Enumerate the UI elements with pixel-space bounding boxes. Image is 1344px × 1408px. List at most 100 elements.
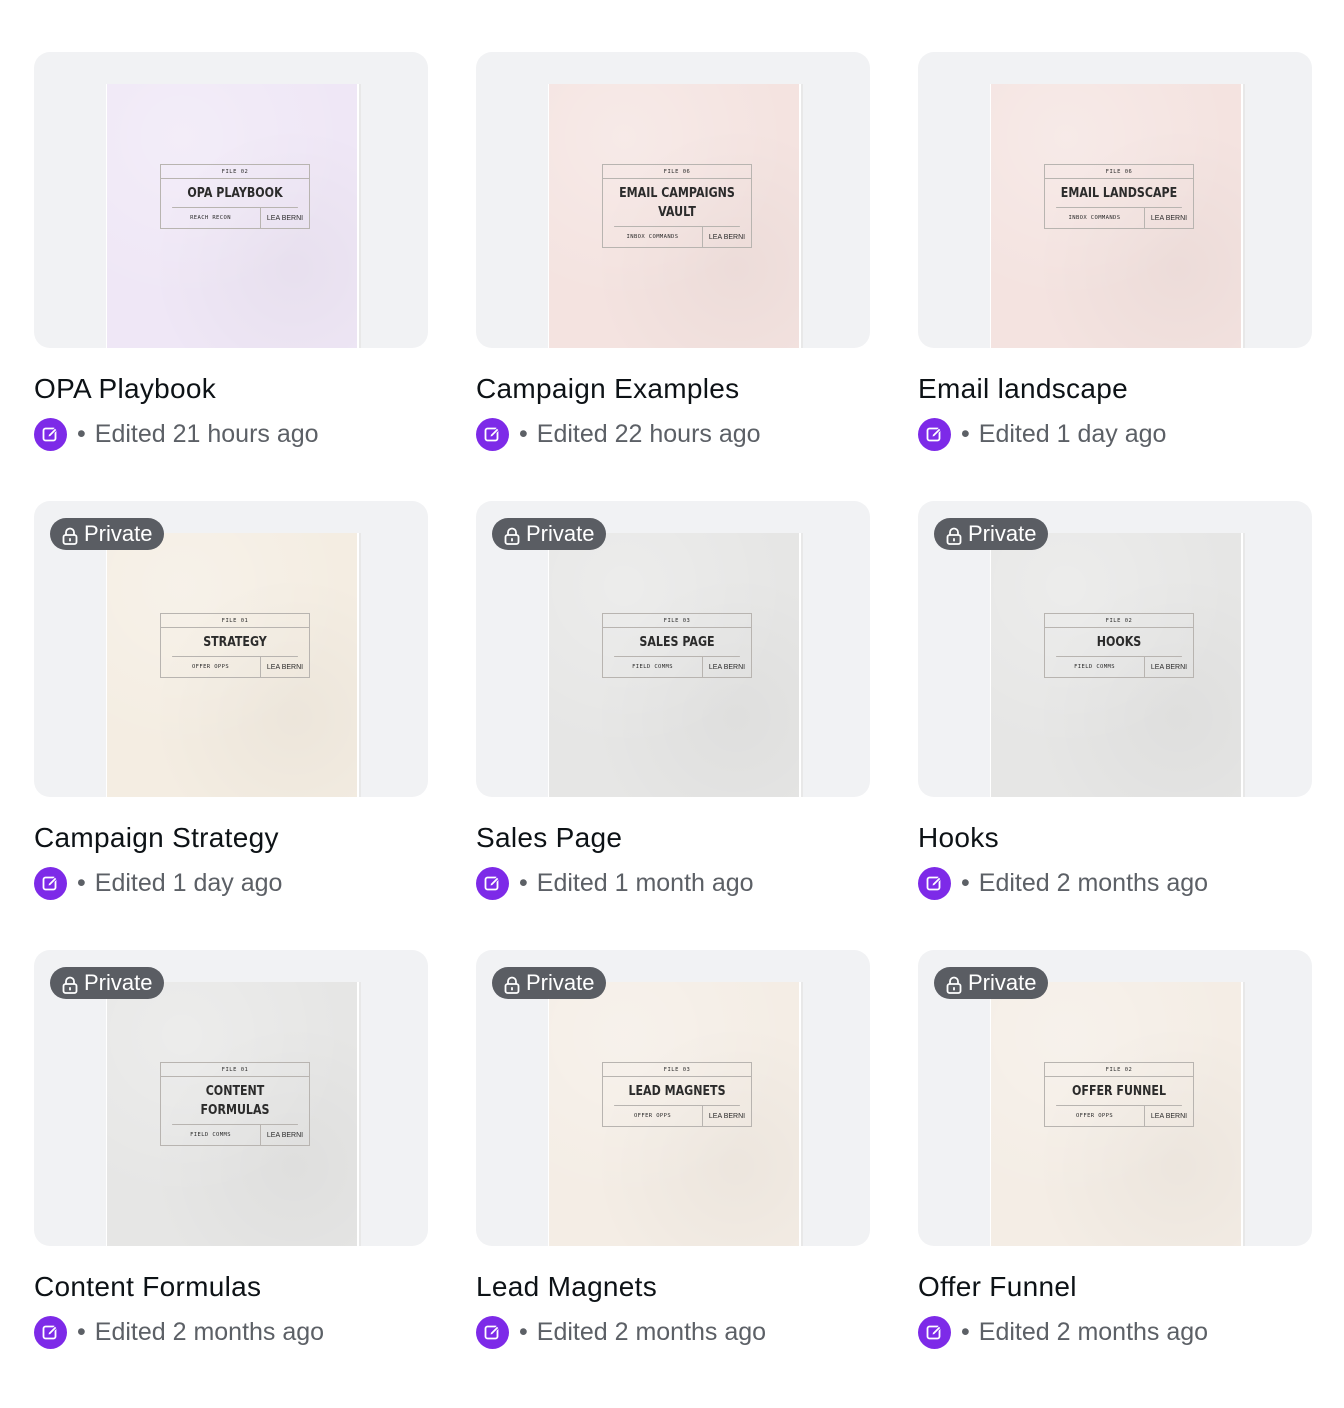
cover-subtitle: FIELD COMMS <box>161 1125 261 1145</box>
design-card[interactable]: FILE 01 CONTENT FORMULAS FIELD COMMS LEA… <box>34 950 428 1399</box>
separator-dot: • <box>77 868 86 897</box>
design-title[interactable]: Campaign Strategy <box>34 820 428 856</box>
lock-icon <box>946 974 962 994</box>
design-meta: • Edited 21 hours ago <box>34 416 428 452</box>
design-meta: • Edited 1 day ago <box>34 865 428 901</box>
design-grid: FILE 02 OPA PLAYBOOK REACH RECON LEA BER… <box>34 52 1312 1399</box>
design-meta: • Edited 1 month ago <box>476 865 870 901</box>
design-meta: • Edited 2 months ago <box>476 1314 870 1350</box>
design-meta: • Edited 1 day ago <box>918 416 1312 452</box>
pencil-edit-icon[interactable] <box>918 866 951 900</box>
design-card[interactable]: FILE 06 EMAIL LANDSCAPE INBOX COMMANDS L… <box>918 52 1312 501</box>
cover-file-number: FILE 01 <box>161 1063 309 1077</box>
edited-time: Edited 1 day ago <box>978 419 1167 448</box>
cover-heading: STRATEGY <box>172 628 298 657</box>
design-thumbnail[interactable]: FILE 06 EMAIL CAMPAIGNS VAULT INBOX COMM… <box>476 52 870 348</box>
cover-subtitle: OFFER OPPS <box>603 1106 703 1126</box>
private-badge: Private <box>492 967 607 999</box>
cover-logo: LEA BERNI <box>266 663 304 671</box>
separator-dot: • <box>519 1317 528 1346</box>
separator-dot: • <box>519 419 528 448</box>
design-card[interactable]: FILE 06 EMAIL CAMPAIGNS VAULT INBOX COMM… <box>476 52 870 501</box>
design-title[interactable]: Campaign Examples <box>476 371 870 407</box>
edited-time: Edited 1 day ago <box>94 868 283 897</box>
cover-label: FILE 06 EMAIL CAMPAIGNS VAULT INBOX COMM… <box>602 164 752 248</box>
edited-time: Edited 21 hours ago <box>94 419 319 448</box>
edited-time: Edited 2 months ago <box>536 1317 767 1346</box>
document-preview: FILE 03 LEAD MAGNETS OFFER OPPS LEA BERN… <box>548 982 799 1246</box>
design-thumbnail[interactable]: FILE 02 OFFER FUNNEL OFFER OPPS LEA BERN… <box>918 950 1312 1246</box>
separator-dot: • <box>519 868 528 897</box>
pencil-edit-icon[interactable] <box>34 417 67 451</box>
private-label: Private <box>84 521 153 546</box>
design-title[interactable]: Hooks <box>918 820 1312 856</box>
design-card[interactable]: FILE 01 STRATEGY OFFER OPPS LEA BERNI Pr… <box>34 501 428 950</box>
cover-label: FILE 03 SALES PAGE FIELD COMMS LEA BERNI <box>602 613 752 678</box>
cover-label: FILE 02 HOOKS FIELD COMMS LEA BERNI <box>1044 613 1194 678</box>
private-label: Private <box>84 970 153 995</box>
design-title[interactable]: Email landscape <box>918 371 1312 407</box>
private-badge: Private <box>50 967 165 999</box>
cover-logo: LEA BERNI <box>708 233 746 241</box>
cover-label: FILE 01 STRATEGY OFFER OPPS LEA BERNI <box>160 613 310 678</box>
design-card[interactable]: FILE 02 OPA PLAYBOOK REACH RECON LEA BER… <box>34 52 428 501</box>
private-label: Private <box>526 521 595 546</box>
cover-label: FILE 02 OPA PLAYBOOK REACH RECON LEA BER… <box>160 164 310 229</box>
design-meta: • Edited 2 months ago <box>34 1314 428 1350</box>
pencil-edit-icon[interactable] <box>476 1315 509 1349</box>
cover-subtitle: FIELD COMMS <box>1045 657 1145 677</box>
cover-logo: LEA BERNI <box>1150 214 1188 222</box>
cover-logo: LEA BERNI <box>708 663 746 671</box>
design-card[interactable]: FILE 02 HOOKS FIELD COMMS LEA BERNI Priv… <box>918 501 1312 950</box>
cover-file-number: FILE 03 <box>603 1063 751 1077</box>
cover-subtitle: OFFER OPPS <box>161 657 261 677</box>
cover-heading: OFFER FUNNEL <box>1056 1077 1182 1106</box>
cover-label: FILE 01 CONTENT FORMULAS FIELD COMMS LEA… <box>160 1062 310 1146</box>
design-title[interactable]: Content Formulas <box>34 1269 428 1305</box>
design-meta: • Edited 2 months ago <box>918 865 1312 901</box>
design-thumbnail[interactable]: FILE 03 LEAD MAGNETS OFFER OPPS LEA BERN… <box>476 950 870 1246</box>
edited-time: Edited 2 months ago <box>978 868 1209 897</box>
design-card[interactable]: FILE 03 LEAD MAGNETS OFFER OPPS LEA BERN… <box>476 950 870 1399</box>
design-thumbnail[interactable]: FILE 02 HOOKS FIELD COMMS LEA BERNI Priv… <box>918 501 1312 797</box>
design-thumbnail[interactable]: FILE 06 EMAIL LANDSCAPE INBOX COMMANDS L… <box>918 52 1312 348</box>
cover-file-number: FILE 02 <box>161 165 309 179</box>
document-preview: FILE 02 HOOKS FIELD COMMS LEA BERNI <box>990 533 1241 797</box>
design-thumbnail[interactable]: FILE 01 STRATEGY OFFER OPPS LEA BERNI Pr… <box>34 501 428 797</box>
design-thumbnail[interactable]: FILE 01 CONTENT FORMULAS FIELD COMMS LEA… <box>34 950 428 1246</box>
design-title[interactable]: OPA Playbook <box>34 371 428 407</box>
design-thumbnail[interactable]: FILE 02 OPA PLAYBOOK REACH RECON LEA BER… <box>34 52 428 348</box>
pencil-edit-icon[interactable] <box>34 1315 67 1349</box>
design-card[interactable]: FILE 03 SALES PAGE FIELD COMMS LEA BERNI… <box>476 501 870 950</box>
cover-heading: CONTENT FORMULAS <box>172 1077 298 1125</box>
pencil-edit-icon[interactable] <box>918 417 951 451</box>
pencil-edit-icon[interactable] <box>34 866 67 900</box>
pencil-edit-icon[interactable] <box>476 866 509 900</box>
lock-icon <box>504 525 520 545</box>
private-label: Private <box>526 970 595 995</box>
design-title[interactable]: Lead Magnets <box>476 1269 870 1305</box>
design-title[interactable]: Sales Page <box>476 820 870 856</box>
cover-label: FILE 02 OFFER FUNNEL OFFER OPPS LEA BERN… <box>1044 1062 1194 1127</box>
cover-subtitle: FIELD COMMS <box>603 657 703 677</box>
private-badge: Private <box>934 518 1049 550</box>
cover-logo: LEA BERNI <box>266 214 304 222</box>
design-title[interactable]: Offer Funnel <box>918 1269 1312 1305</box>
private-label: Private <box>968 970 1037 995</box>
cover-logo: LEA BERNI <box>266 1131 304 1139</box>
separator-dot: • <box>77 1317 86 1346</box>
pencil-edit-icon[interactable] <box>476 417 509 451</box>
cover-heading: HOOKS <box>1056 628 1182 657</box>
separator-dot: • <box>77 419 86 448</box>
cover-subtitle: INBOX COMMANDS <box>603 227 703 247</box>
document-preview: FILE 06 EMAIL LANDSCAPE INBOX COMMANDS L… <box>990 84 1241 348</box>
cover-file-number: FILE 01 <box>161 614 309 628</box>
edited-time: Edited 1 month ago <box>536 868 754 897</box>
lock-icon <box>504 974 520 994</box>
cover-subtitle: OFFER OPPS <box>1045 1106 1145 1126</box>
separator-dot: • <box>961 1317 970 1346</box>
design-card[interactable]: FILE 02 OFFER FUNNEL OFFER OPPS LEA BERN… <box>918 950 1312 1399</box>
pencil-edit-icon[interactable] <box>918 1315 951 1349</box>
design-thumbnail[interactable]: FILE 03 SALES PAGE FIELD COMMS LEA BERNI… <box>476 501 870 797</box>
cover-heading: SALES PAGE <box>614 628 740 657</box>
